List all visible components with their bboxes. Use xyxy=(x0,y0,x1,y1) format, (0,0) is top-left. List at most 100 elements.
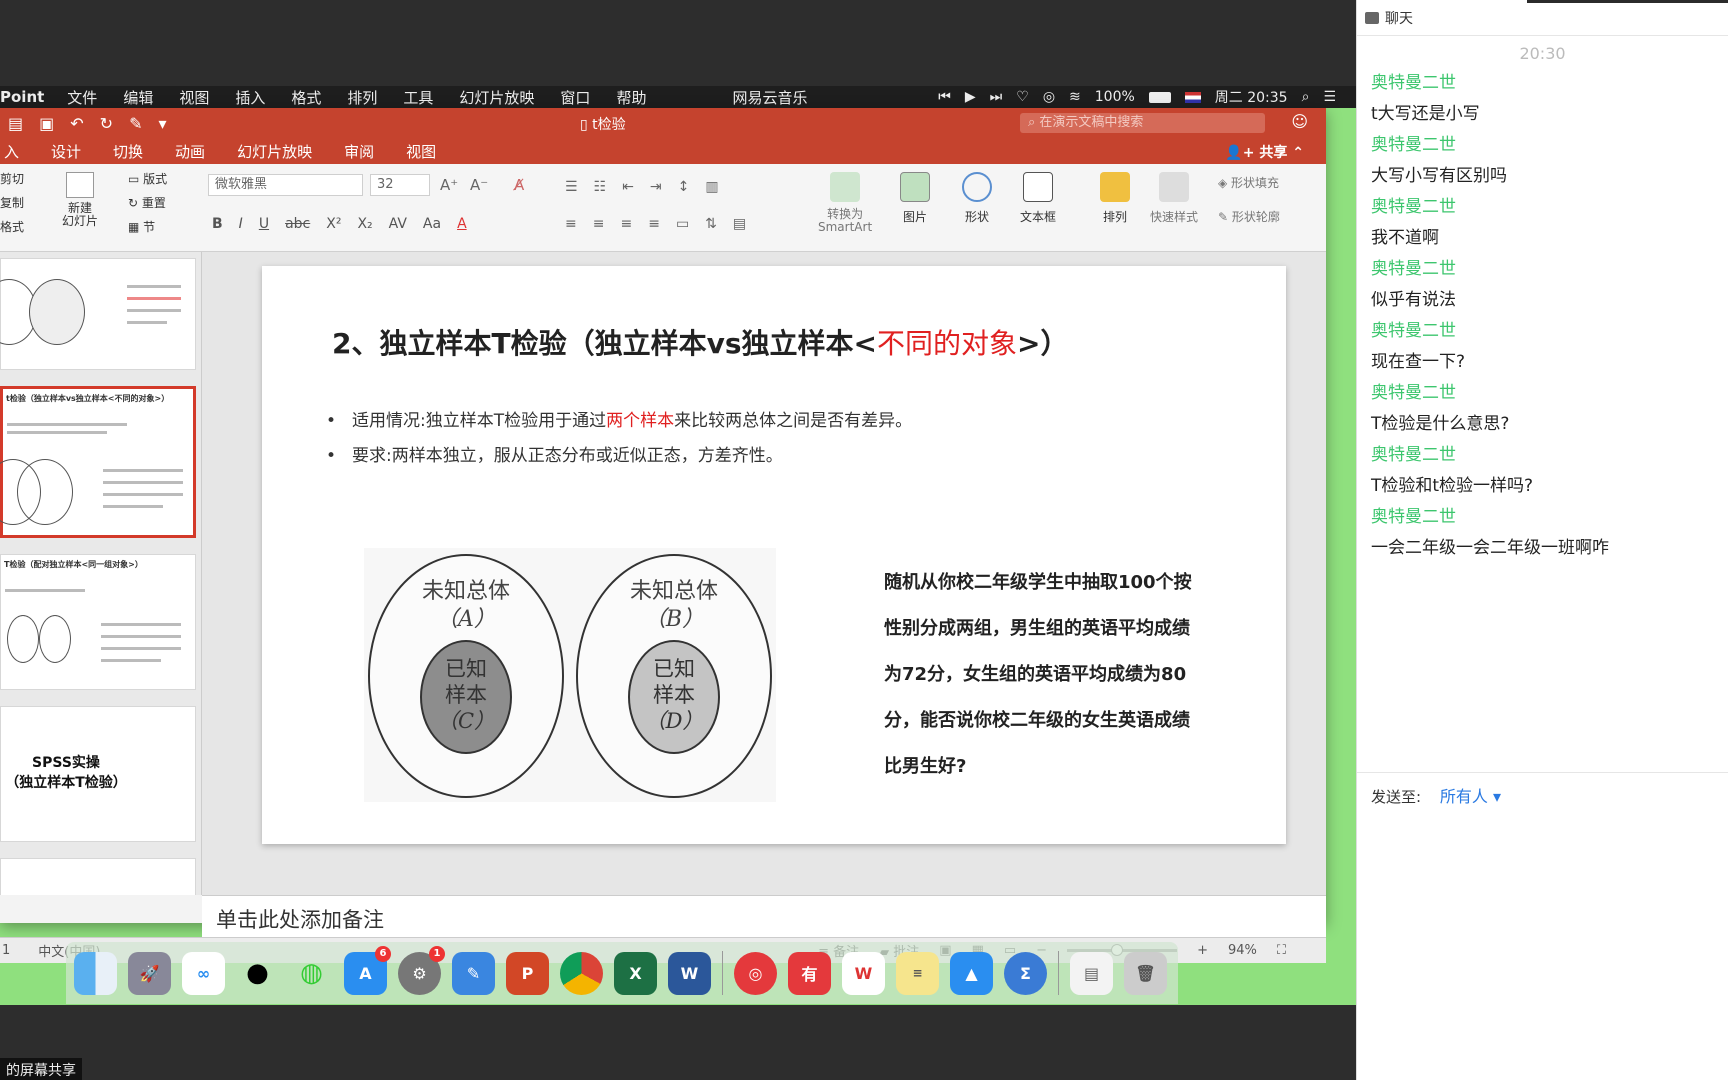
tab-view[interactable]: 视图 xyxy=(390,141,452,162)
slide-editing-area[interactable]: 2、独立样本T检验（独立样本vs独立样本<不同的对象>） • 适用情况:独立样本T… xyxy=(202,252,1326,895)
layout-button[interactable]: ▭ 版式 xyxy=(128,170,167,187)
pen-app-icon[interactable]: ✎ xyxy=(452,951,495,995)
arrange-button[interactable]: 排列 xyxy=(1100,172,1130,225)
clear-format-icon[interactable]: A̸ xyxy=(514,176,524,194)
excel-icon[interactable]: X xyxy=(614,951,657,995)
line-spacing-icon[interactable]: ↕ xyxy=(678,179,690,195)
align-center-icon[interactable]: ≡ xyxy=(593,216,605,232)
mountain-app-icon[interactable]: ▲ xyxy=(950,951,993,995)
font-color-icon[interactable]: A xyxy=(457,216,467,232)
format-painter-button[interactable]: 格式 xyxy=(0,218,24,235)
new-slide-button[interactable]: 新建 幻灯片 xyxy=(62,172,98,228)
cut-button[interactable]: 剪切 xyxy=(0,170,24,187)
wechat-icon[interactable]: ◍ xyxy=(290,952,333,995)
reset-button[interactable]: ↻ 重置 xyxy=(128,194,166,211)
decrease-indent-icon[interactable]: ⇤ xyxy=(622,179,634,195)
textbox-button[interactable]: 文本框 xyxy=(1020,172,1056,225)
slide-thumbnail-2[interactable]: t检验（独立样本vs独立样本<不同的对象>） xyxy=(0,386,196,538)
bullet-usage[interactable]: • 适用情况:独立样本T检验用于通过两个样本来比较两总体之间是否有差异。 xyxy=(326,406,912,431)
menu-file[interactable]: 文件 xyxy=(54,87,110,108)
notes-input[interactable]: 单击此处添加备注 xyxy=(202,895,1326,937)
population-sample-diagram[interactable]: 未知总体 （A） 已知 样本 （C） 未知总体 （B） 已知 样本 （D） xyxy=(364,548,776,802)
powerpoint-icon[interactable]: P xyxy=(506,951,549,995)
youdao-icon[interactable]: 有 xyxy=(788,951,831,995)
document-stack-icon[interactable]: ▤ xyxy=(1070,951,1113,995)
section-button[interactable]: ▦ 节 xyxy=(128,218,155,235)
sidebar-toggle-icon[interactable]: ▤ xyxy=(8,114,23,133)
columns-icon[interactable]: ▥ xyxy=(705,179,718,195)
customize-icon[interactable]: ✎ xyxy=(129,114,142,133)
tab-review[interactable]: 审阅 xyxy=(328,141,390,162)
text-direction-icon[interactable]: ⇅ xyxy=(705,216,717,232)
shape-button[interactable]: 形状 xyxy=(962,172,992,225)
shrink-font-icon[interactable]: A⁻ xyxy=(470,176,488,194)
shape-fill-button[interactable]: ◈ 形状填充 xyxy=(1218,174,1279,191)
battery-icon[interactable] xyxy=(1148,91,1171,103)
increase-indent-icon[interactable]: ⇥ xyxy=(650,179,662,195)
wifi-icon[interactable]: ≋ xyxy=(1069,89,1081,105)
slide-thumbnail-3[interactable]: T检验（配对独立样本<同一组对象>） xyxy=(0,554,196,690)
char-spacing-icon[interactable]: AV xyxy=(389,216,407,232)
tab-design[interactable]: 设计 xyxy=(35,141,97,162)
menu-arrange[interactable]: 排列 xyxy=(334,87,390,108)
app-store-icon[interactable]: A6 xyxy=(344,945,391,995)
align-right-icon[interactable]: ≡ xyxy=(620,216,632,232)
tab-transitions[interactable]: 切换 xyxy=(97,141,159,162)
menu-help[interactable]: 帮助 xyxy=(603,87,659,108)
menu-slideshow[interactable]: 幻灯片放映 xyxy=(446,87,547,108)
next-track-icon[interactable]: ⏭ xyxy=(990,89,1003,105)
app-menu-name[interactable]: Point xyxy=(0,88,54,106)
netease-icon[interactable]: ◎ xyxy=(1043,89,1055,105)
quick-style-button[interactable]: 快速样式 xyxy=(1150,172,1198,225)
heart-icon[interactable]: ♡ xyxy=(1016,89,1029,105)
align-text-icon[interactable]: ▤ xyxy=(733,216,746,232)
shape-outline-button[interactable]: ✎ 形状轮廓 xyxy=(1218,208,1280,225)
chrome-icon[interactable] xyxy=(560,951,603,995)
chat-message-list[interactable]: 奥特曼二世 t大写还是小写 奥特曼二世 大写小写有区别吗 奥特曼二世 我不道啊 奥特曼… xyxy=(1357,69,1728,565)
zoom-in-icon[interactable]: + xyxy=(1197,943,1208,958)
save-icon[interactable]: ▣ xyxy=(39,114,54,133)
font-family-select[interactable]: 微软雅黑 xyxy=(208,174,363,196)
launchpad-icon[interactable]: 🚀 xyxy=(128,951,171,995)
menu-tools[interactable]: 工具 xyxy=(390,87,446,108)
more-dropdown-icon[interactable]: ▾ xyxy=(158,114,166,133)
stickies-icon[interactable]: ≡ xyxy=(896,951,939,995)
word-icon[interactable]: W xyxy=(668,951,711,995)
distribute-icon[interactable]: ▭ xyxy=(676,216,689,232)
current-slide[interactable]: 2、独立样本T检验（独立样本vs独立样本<不同的对象>） • 适用情况:独立样本T… xyxy=(262,266,1286,844)
slide-thumbnail-1[interactable] xyxy=(0,258,196,370)
superscript-icon[interactable]: X² xyxy=(326,216,341,232)
bold-icon[interactable]: B xyxy=(212,216,223,232)
tab-animations[interactable]: 动画 xyxy=(159,141,221,162)
math-app-icon[interactable]: Σ xyxy=(1004,951,1047,995)
grow-font-icon[interactable]: A⁺ xyxy=(440,176,458,194)
align-left-icon[interactable]: ≡ xyxy=(565,216,577,232)
justify-icon[interactable]: ≡ xyxy=(648,216,660,232)
menu-format[interactable]: 格式 xyxy=(278,87,334,108)
qq-icon[interactable]: ● xyxy=(236,952,279,995)
slide-thumbnail-5[interactable] xyxy=(0,858,196,895)
menu-view[interactable]: 视图 xyxy=(166,87,222,108)
example-problem-text[interactable]: 随机从你校二年级学生中抽取100个按性别分成两组，男生组的英语平均成绩为72分，… xyxy=(884,560,1200,790)
prev-track-icon[interactable]: ⏮ xyxy=(938,89,951,105)
spotlight-search-icon[interactable]: ⌕ xyxy=(1302,89,1310,105)
feedback-smile-icon[interactable]: ☺ xyxy=(1291,112,1308,131)
slide-thumbnail-pane[interactable]: t检验（独立样本vs独立样本<不同的对象>） T检验（配对独立样本<同一组对象>… xyxy=(0,252,202,895)
slide-title[interactable]: 2、独立样本T检验（独立样本vs独立样本<不同的对象>） xyxy=(332,322,1068,362)
menu-window[interactable]: 窗口 xyxy=(547,87,603,108)
netease-music-menu[interactable]: 网易云音乐 xyxy=(719,87,820,108)
play-icon[interactable]: ▶ xyxy=(965,89,976,105)
send-to-select[interactable]: 所有人 ▾ xyxy=(1440,787,1501,806)
underline-icon[interactable]: U xyxy=(259,216,269,232)
share-button[interactable]: 👤+ 共享 ⌃ xyxy=(1225,142,1304,162)
italic-icon[interactable]: I xyxy=(239,216,243,232)
change-case-icon[interactable]: Aa xyxy=(423,216,441,232)
netease-music-icon[interactable]: ◎ xyxy=(734,951,777,995)
tab-slideshow[interactable]: 幻灯片放映 xyxy=(221,141,328,162)
fit-slide-icon[interactable]: ⛶ xyxy=(1277,943,1286,958)
baidu-netdisk-icon[interactable]: ∞ xyxy=(182,951,225,995)
flag-icon[interactable] xyxy=(1184,91,1201,103)
menu-insert[interactable]: 插入 xyxy=(222,87,278,108)
slide-thumbnail-4[interactable]: SPSS实操 （独立样本T检验） xyxy=(0,706,196,842)
menubar-clock[interactable]: 周二 20:35 xyxy=(1215,87,1288,107)
